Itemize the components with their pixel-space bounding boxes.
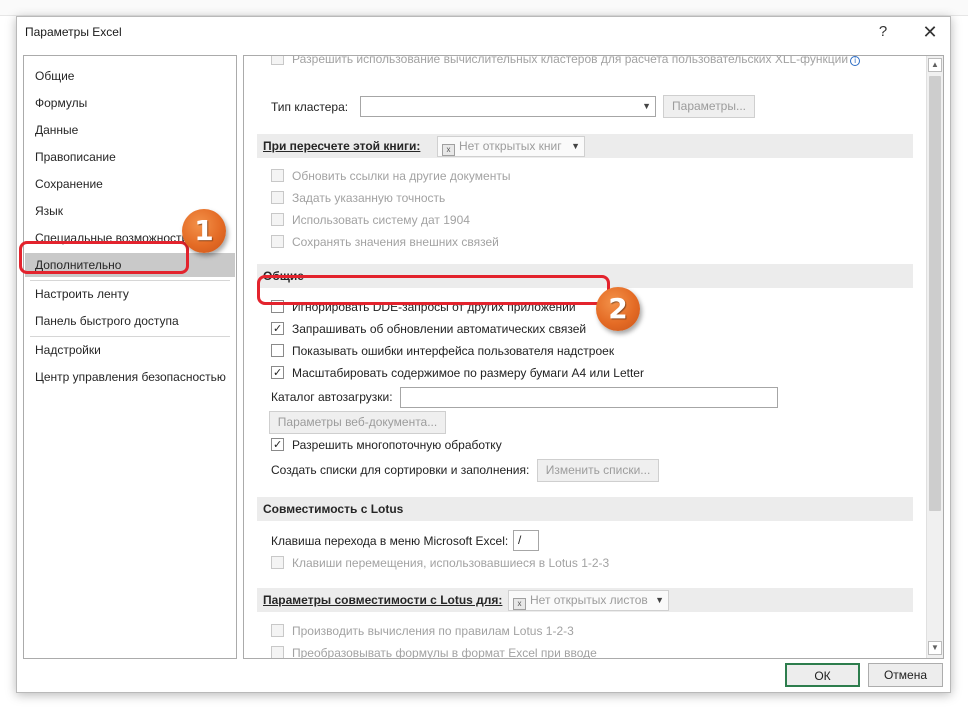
options-nav: Общие Формулы Данные Правописание Сохран…	[23, 55, 237, 659]
checkbox[interactable]	[271, 556, 284, 569]
checkbox[interactable]	[271, 344, 284, 357]
lotus-compat-header-label: Параметры совместимости с Lotus для:	[263, 593, 503, 607]
callout-badge-1: 1	[182, 209, 226, 253]
callout-highlight-ignore-dde	[257, 275, 610, 305]
title-bar: Параметры Excel ? ✕	[17, 17, 950, 47]
nav-item-data[interactable]: Данные	[25, 118, 235, 142]
checkbox[interactable]	[271, 435, 284, 455]
close-button[interactable]: ✕	[917, 19, 943, 45]
info-icon: i	[850, 56, 861, 66]
cancel-button[interactable]: Отмена	[868, 663, 943, 687]
dialog-title: Параметры Excel	[25, 25, 122, 39]
sort-lists-label: Создать списки для сортировки и заполнен…	[271, 463, 530, 477]
callout-highlight-advanced	[19, 241, 189, 274]
ask-update-links-option[interactable]: Запрашивать об обновлении автоматических…	[271, 319, 586, 339]
xll-clusters-option[interactable]: Разрешить использование вычислительных к…	[271, 55, 861, 69]
option-label: Разрешить использование вычислительных к…	[292, 55, 849, 66]
checkbox[interactable]	[271, 213, 284, 226]
excel-workbook-icon: x	[442, 144, 455, 156]
edit-lists-button[interactable]: Изменить списки...	[537, 459, 659, 482]
web-options-button[interactable]: Параметры веб-документа...	[269, 411, 446, 434]
vertical-scrollbar[interactable]: ▲ ▼	[926, 56, 943, 658]
background-window-strip	[0, 0, 968, 16]
checkbox[interactable]	[271, 235, 284, 248]
nav-item-general[interactable]: Общие	[25, 64, 235, 88]
precision-option[interactable]: Задать указанную точность	[271, 188, 445, 208]
scroll-up-icon[interactable]: ▲	[928, 58, 942, 72]
scrollbar-thumb[interactable]	[929, 76, 941, 511]
lotus-section-header: Совместимость с Lotus	[257, 497, 913, 521]
nav-item-save[interactable]: Сохранение	[25, 172, 235, 196]
checkbox[interactable]	[271, 191, 284, 204]
nav-item-customize-ribbon[interactable]: Настроить ленту	[25, 282, 235, 306]
menu-key-label: Клавиша перехода в меню Microsoft Excel:	[271, 534, 509, 548]
checkbox[interactable]	[271, 56, 284, 65]
help-button[interactable]: ?	[870, 19, 896, 45]
callout-badge-2: 2	[596, 287, 640, 331]
addin-errors-option[interactable]: Показывать ошибки интерфейса пользовател…	[271, 341, 614, 361]
cluster-params-button[interactable]: Параметры...	[663, 95, 755, 118]
multithread-option[interactable]: Разрешить многопоточную обработку	[271, 435, 502, 455]
excel-options-dialog: Параметры Excel ? ✕ Общие Формулы Данные…	[16, 16, 951, 693]
nav-item-trust-center[interactable]: Центр управления безопасностью	[25, 365, 235, 389]
recalc-workbook-select[interactable]: x Нет открытых книг ▼	[437, 136, 585, 157]
date-1904-option[interactable]: Использовать систему дат 1904	[271, 210, 470, 230]
nav-item-quick-access[interactable]: Панель быстрого доступа	[25, 309, 235, 333]
chevron-down-icon: ▼	[571, 141, 580, 151]
ok-button[interactable]: ОК	[785, 663, 860, 687]
update-links-option[interactable]: Обновить ссылки на другие документы	[271, 166, 510, 186]
recalc-section-header: При пересчете этой книги:	[257, 134, 913, 158]
scroll-down-icon[interactable]: ▼	[928, 641, 942, 655]
chevron-down-icon: ▼	[642, 101, 651, 111]
recalc-header-label: При пересчете этой книги:	[263, 139, 421, 153]
checkbox[interactable]	[271, 646, 284, 658]
cluster-type-select[interactable]: ▼	[360, 96, 656, 117]
checkbox[interactable]	[271, 169, 284, 182]
nav-item-proofing[interactable]: Правописание	[25, 145, 235, 169]
cluster-type-label: Тип кластера:	[271, 100, 349, 114]
lotus-formulas-option[interactable]: Преобразовывать формулы в формат Excel п…	[271, 643, 597, 658]
lotus-calc-option[interactable]: Производить вычисления по правилам Lotus…	[271, 621, 574, 641]
checkbox[interactable]	[271, 319, 284, 339]
nav-divider	[30, 280, 230, 281]
lotus-navigation-option[interactable]: Клавиши перемещения, использовавшиеся в …	[271, 553, 609, 573]
save-external-values-option[interactable]: Сохранять значения внешних связей	[271, 232, 499, 252]
autoload-label: Каталог автозагрузки:	[271, 390, 393, 404]
advanced-options-pane: Разрешить использование вычислительных к…	[243, 55, 944, 659]
menu-key-field[interactable]: /	[513, 530, 539, 551]
checkbox[interactable]	[271, 363, 284, 383]
checkbox[interactable]	[271, 624, 284, 637]
scale-a4-letter-option[interactable]: Масштабировать содержимое по размеру бум…	[271, 363, 644, 383]
nav-item-addins[interactable]: Надстройки	[25, 338, 235, 362]
excel-sheet-icon: x	[513, 598, 526, 610]
chevron-down-icon: ▼	[655, 595, 664, 605]
nav-divider	[30, 336, 230, 337]
autoload-field[interactable]	[400, 387, 778, 408]
nav-item-formulas[interactable]: Формулы	[25, 91, 235, 115]
lotus-sheet-select[interactable]: x Нет открытых листов ▼	[508, 590, 669, 611]
